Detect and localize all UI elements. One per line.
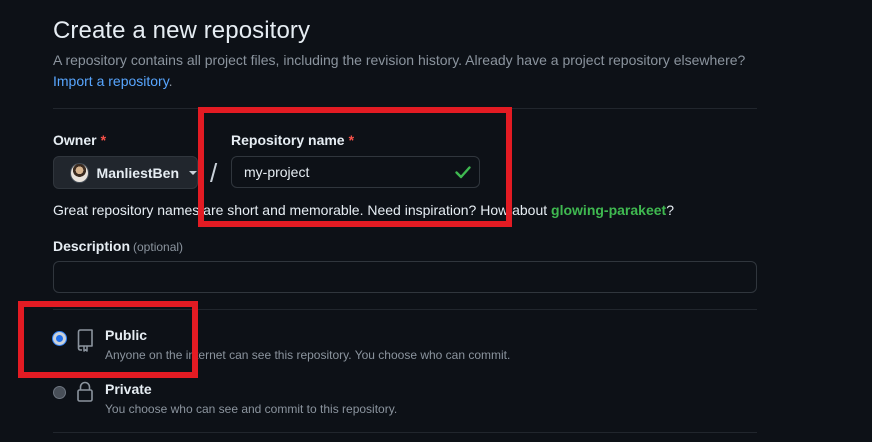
- owner-label-text: Owner: [53, 132, 97, 148]
- lock-icon: [77, 381, 93, 402]
- page-subtitle: A repository contains all project files,…: [53, 52, 746, 68]
- repo-name-label: Repository name *: [231, 132, 354, 148]
- description-input[interactable]: [53, 261, 757, 293]
- description-label: Description (optional): [53, 238, 183, 254]
- name-hint-text: Great repository names are short and mem…: [53, 202, 548, 218]
- private-description: You choose who can see and commit to thi…: [105, 402, 398, 416]
- owner-repo-separator: /: [210, 158, 218, 188]
- public-label[interactable]: Public: [105, 327, 147, 343]
- public-description: Anyone on the internet can see this repo…: [105, 348, 511, 362]
- name-hint: Great repository names are short and mem…: [53, 202, 674, 218]
- import-repository-link[interactable]: Import a repository: [53, 73, 169, 89]
- public-radio[interactable]: [53, 332, 66, 345]
- page-title: Create a new repository: [53, 17, 311, 44]
- name-hint-suffix: ?: [666, 202, 674, 218]
- section-divider: [53, 309, 757, 310]
- owner-value: ManliestBen: [96, 164, 179, 181]
- header-divider: [53, 108, 757, 109]
- bottom-divider: [53, 432, 757, 433]
- private-label[interactable]: Private: [105, 381, 152, 397]
- repo-book-icon: [77, 329, 93, 352]
- private-radio[interactable]: [53, 386, 66, 399]
- suggested-name-link[interactable]: glowing-parakeet: [551, 202, 666, 218]
- repo-name-required-mark: *: [348, 132, 355, 148]
- repo-name-label-text: Repository name: [231, 132, 345, 148]
- import-line: Import a repository.: [53, 73, 173, 89]
- owner-select-button[interactable]: ManliestBen: [53, 156, 198, 189]
- check-icon: [455, 166, 471, 179]
- import-period: .: [168, 73, 173, 89]
- owner-label: Owner *: [53, 132, 106, 148]
- description-label-text: Description: [53, 238, 131, 254]
- caret-down-icon: [189, 170, 197, 175]
- description-optional-text: (optional): [133, 240, 184, 254]
- owner-required-mark: *: [100, 132, 107, 148]
- avatar: [70, 162, 89, 183]
- repo-name-input[interactable]: [231, 156, 480, 188]
